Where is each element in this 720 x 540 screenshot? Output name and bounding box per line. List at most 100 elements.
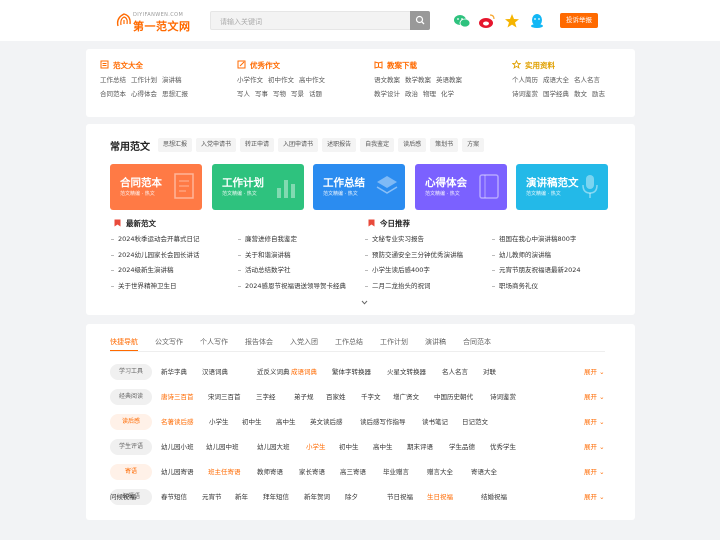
common-tag[interactable]: 转正申请 bbox=[240, 138, 275, 152]
category-link[interactable]: 政治 bbox=[405, 90, 418, 98]
news-item[interactable]: 2024级新生演讲稿 bbox=[111, 266, 174, 275]
category-link[interactable]: 写景 bbox=[291, 90, 304, 98]
quick-nav-link[interactable]: 小学生 bbox=[306, 442, 326, 452]
quick-nav-link[interactable]: 春节短信 bbox=[161, 492, 187, 502]
category-title-fanwen[interactable]: 范文大全 bbox=[100, 60, 240, 71]
quick-nav-link[interactable]: 名著读后感 bbox=[161, 417, 194, 427]
quick-nav-link[interactable]: 读后感写作指导 bbox=[360, 417, 406, 427]
quick-nav-link[interactable]: 班主任寄语 bbox=[208, 467, 241, 477]
news-item[interactable]: 预防交通安全三分钟优秀演讲稿 bbox=[365, 251, 463, 260]
expand-button[interactable]: 展开 ⌄ bbox=[584, 442, 605, 452]
qq-icon[interactable] bbox=[528, 12, 546, 30]
common-tag[interactable]: 入党申请书 bbox=[196, 138, 237, 152]
tab-report[interactable]: 报告体会 bbox=[245, 337, 273, 351]
category-link[interactable]: 高中作文 bbox=[299, 76, 325, 84]
category-title-ziliao[interactable]: 实用资料 bbox=[512, 60, 652, 71]
category-link[interactable]: 工作计划 bbox=[131, 76, 157, 84]
quick-nav-link[interactable]: 汉语词典 bbox=[202, 367, 228, 377]
category-link[interactable]: 个人简历 bbox=[512, 76, 538, 84]
news-item[interactable]: 元宵节朋友祝福语最新2024 bbox=[492, 266, 581, 275]
quick-nav-link[interactable]: 优秀学生 bbox=[490, 442, 516, 452]
quick-nav-link[interactable]: 唐诗三百首 bbox=[161, 392, 194, 402]
quick-nav-link[interactable]: 节日祝福 bbox=[387, 492, 413, 502]
banner-plan[interactable]: 工作计划 范文精编 · 热文 bbox=[212, 164, 304, 210]
quick-nav-link[interactable]: 寄语大全 bbox=[471, 467, 497, 477]
news-item[interactable]: 幼儿教师的演讲稿 bbox=[492, 251, 551, 260]
category-link[interactable]: 成语大全 bbox=[543, 76, 569, 84]
tab-work-plan[interactable]: 工作计划 bbox=[380, 337, 408, 351]
quick-nav-link[interactable]: 初中生 bbox=[242, 417, 262, 427]
news-item[interactable]: 2024秋季运动会开幕式日记 bbox=[111, 235, 200, 244]
quick-nav-link[interactable]: 幼儿园小班 bbox=[161, 442, 194, 452]
quick-nav-link[interactable]: 家长寄语 bbox=[299, 467, 325, 477]
category-link[interactable]: 思想汇报 bbox=[162, 90, 188, 98]
quick-nav-link[interactable]: 繁体字转换器 bbox=[332, 367, 371, 377]
quick-nav-link[interactable]: 增广贤文 bbox=[393, 392, 419, 402]
quick-nav-link[interactable]: 百家姓 bbox=[326, 392, 346, 402]
category-link[interactable]: 励志 bbox=[592, 90, 605, 98]
quick-nav-link[interactable]: 英文读后感 bbox=[310, 417, 343, 427]
quick-nav-link[interactable]: 高中生 bbox=[276, 417, 296, 427]
tab-speech[interactable]: 演讲稿 bbox=[425, 337, 446, 351]
category-link[interactable]: 演讲稿 bbox=[162, 76, 182, 84]
category-link[interactable]: 合同范本 bbox=[100, 90, 126, 98]
category-link[interactable]: 写人 bbox=[237, 90, 250, 98]
category-link[interactable]: 写事 bbox=[255, 90, 268, 98]
news-item[interactable]: 关于和谐演讲稿 bbox=[238, 251, 291, 260]
common-tag[interactable]: 自我鉴定 bbox=[360, 138, 395, 152]
search-input[interactable]: 请输入关键词 bbox=[210, 11, 430, 30]
expand-button[interactable]: 展开 ⌄ bbox=[584, 392, 605, 402]
common-tag[interactable]: 述职报告 bbox=[322, 138, 357, 152]
quick-nav-link[interactable]: 结婚祝福 bbox=[481, 492, 507, 502]
category-link[interactable]: 英语教案 bbox=[436, 76, 462, 84]
quick-nav-link[interactable]: 学生品德 bbox=[449, 442, 475, 452]
quick-nav-link[interactable]: 三字经 bbox=[256, 392, 276, 402]
news-item[interactable]: 文秘专业实习报告 bbox=[365, 235, 424, 244]
category-link[interactable]: 小学作文 bbox=[237, 76, 263, 84]
quick-nav-link[interactable]: 对联 bbox=[483, 367, 496, 377]
expand-button[interactable]: 展开 ⌄ bbox=[584, 417, 605, 427]
quick-nav-link[interactable]: 教师寄语 bbox=[257, 467, 283, 477]
quick-nav-link[interactable]: 拜年短信 bbox=[263, 492, 289, 502]
category-link[interactable]: 话题 bbox=[309, 90, 322, 98]
quick-nav-link[interactable]: 生日祝福 bbox=[427, 492, 453, 502]
news-item[interactable]: 小学生读后感400字 bbox=[365, 266, 430, 275]
category-link[interactable]: 心得体会 bbox=[131, 90, 157, 98]
category-link[interactable]: 教学设计 bbox=[374, 90, 400, 98]
news-item[interactable]: 关于世界精神卫生日 bbox=[111, 282, 177, 291]
category-link[interactable]: 物理 bbox=[423, 90, 436, 98]
quick-nav-link[interactable]: 新华字典 bbox=[161, 367, 187, 377]
quick-nav-link[interactable]: 赠言大全 bbox=[427, 467, 453, 477]
common-tag[interactable]: 读后感 bbox=[398, 138, 427, 152]
quick-nav-link[interactable]: 读书笔记 bbox=[422, 417, 448, 427]
tab-official-writing[interactable]: 公文写作 bbox=[155, 337, 183, 351]
news-item[interactable]: 2024感恩节祝福语送领导贺卡经典 bbox=[237, 282, 346, 291]
favorite-star-icon[interactable] bbox=[503, 12, 521, 30]
news-item[interactable]: 2024幼儿园家长会园长讲话 bbox=[111, 251, 200, 260]
quick-nav-link[interactable]: 高三寄语 bbox=[340, 467, 366, 477]
expand-button[interactable]: 展开 ⌄ bbox=[584, 367, 605, 377]
common-tag[interactable]: 策划书 bbox=[430, 138, 459, 152]
quick-nav-link[interactable]: 问候祝福 bbox=[110, 492, 136, 502]
news-item[interactable]: 祖国在我心中演讲稿800字 bbox=[491, 235, 576, 244]
category-link[interactable]: 语文教案 bbox=[374, 76, 400, 84]
common-tag[interactable]: 方案 bbox=[462, 138, 485, 152]
quick-nav-link[interactable]: 高中生 bbox=[373, 442, 393, 452]
quick-nav-link[interactable]: 宋词三百首 bbox=[208, 392, 241, 402]
category-link[interactable]: 工作总结 bbox=[100, 76, 126, 84]
report-button[interactable]: 投诉举报 bbox=[560, 13, 598, 28]
news-item[interactable]: 活动总结数学社 bbox=[238, 266, 291, 275]
quick-nav-link[interactable]: 毕业赠言 bbox=[383, 467, 409, 477]
quick-nav-link[interactable]: 幼儿园中班 bbox=[206, 442, 239, 452]
site-logo[interactable]: DIYIFANWEN.COM 第一范文网 bbox=[114, 8, 194, 33]
quick-nav-link[interactable]: 火星文转换器 bbox=[387, 367, 426, 377]
banner-experience[interactable]: 心得体会 范文精编 · 热文 bbox=[415, 164, 507, 210]
category-title-zuowen[interactable]: 优秀作文 bbox=[237, 60, 377, 71]
quick-nav-link[interactable]: 小学生 bbox=[209, 417, 229, 427]
search-button[interactable] bbox=[410, 11, 430, 30]
quick-nav-link[interactable]: 元宵节 bbox=[202, 492, 222, 502]
category-link[interactable]: 诗词鉴赏 bbox=[512, 90, 538, 98]
category-link[interactable]: 名人名言 bbox=[574, 76, 600, 84]
banner-contract[interactable]: 合同范本 范文精编 · 热文 bbox=[110, 164, 202, 210]
banner-summary[interactable]: 工作总结 范文精编 · 热文 bbox=[313, 164, 405, 210]
